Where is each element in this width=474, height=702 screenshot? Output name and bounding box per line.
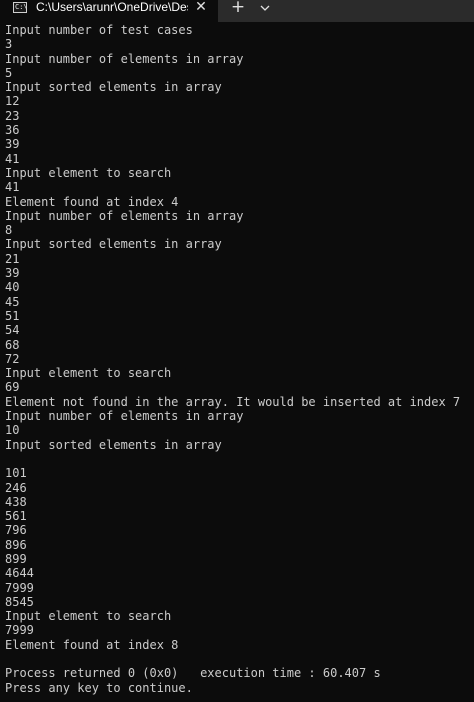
new-tab-button[interactable]: + [230,0,246,16]
tab-bar: C:\ C:\Users\arunr\OneDrive\Des ✕ + [0,0,474,22]
console-line: 7999 [5,623,34,638]
terminal-icon: C:\ [13,2,28,13]
console-line: Element found at index 8 [5,637,179,652]
console-line: 41 [5,151,20,166]
console-output[interactable]: Input number of test cases 3 Input number … [5,23,473,695]
console-line: 45 [5,294,20,309]
console-line: 896 [5,537,27,552]
console-line: Input element to search [5,165,172,180]
console-line: 8545 [5,594,34,609]
console-line: Input number of elements in array [5,51,244,66]
console-line: 246 [5,480,27,495]
terminal-tab[interactable]: C:\ C:\Users\arunr\OneDrive\Des ✕ [0,0,218,22]
console-line: Element found at index 4 [5,194,179,209]
tab-title: C:\Users\arunr\OneDrive\Des [36,0,188,14]
console-line: 39 [5,137,20,152]
console-line: 40 [5,280,20,295]
console-line: 39 [5,266,20,281]
console-line: 36 [5,123,20,138]
console-line: 8 [5,223,13,238]
console-line: 21 [5,251,20,266]
console-line: Input number of elements in array [5,208,244,223]
console-line: Input sorted elements in array [5,80,222,95]
console-line: 561 [5,509,27,524]
console-line: Input element to search [5,366,172,381]
console-line: Process returned 0 (0x0) execution time … [5,666,381,681]
console-line: 796 [5,523,27,538]
console-line: Press any key to continue. [5,680,193,695]
close-icon[interactable]: ✕ [193,0,209,15]
console-line: 10 [5,423,20,438]
console-line: 12 [5,94,20,109]
console-line: 101 [5,466,27,481]
console-line: 69 [5,380,20,395]
console-line: 899 [5,551,27,566]
console-line: 3 [5,37,13,52]
console-line: 7999 [5,580,34,595]
console-line: 23 [5,108,20,123]
console-line: Input number of elements in array [5,409,244,424]
console-line: Input number of test cases [5,23,193,37]
console-line: 5 [5,65,13,80]
terminal-window: C:\ C:\Users\arunr\OneDrive\Des ✕ + Inpu… [0,0,474,702]
console-line: Input sorted elements in array [5,237,222,252]
console-line: 51 [5,308,20,323]
console-line: Input element to search [5,609,172,624]
console-line: 68 [5,337,20,352]
console-line: 54 [5,323,20,338]
console-line: 72 [5,351,20,366]
console-line: Input sorted elements in array [5,437,222,452]
console-line: Element not found in the array. It would… [5,394,461,409]
chevron-down-icon[interactable] [258,0,272,16]
console-line: 41 [5,180,20,195]
console-line: 438 [5,494,27,509]
console-line: 4644 [5,566,34,581]
